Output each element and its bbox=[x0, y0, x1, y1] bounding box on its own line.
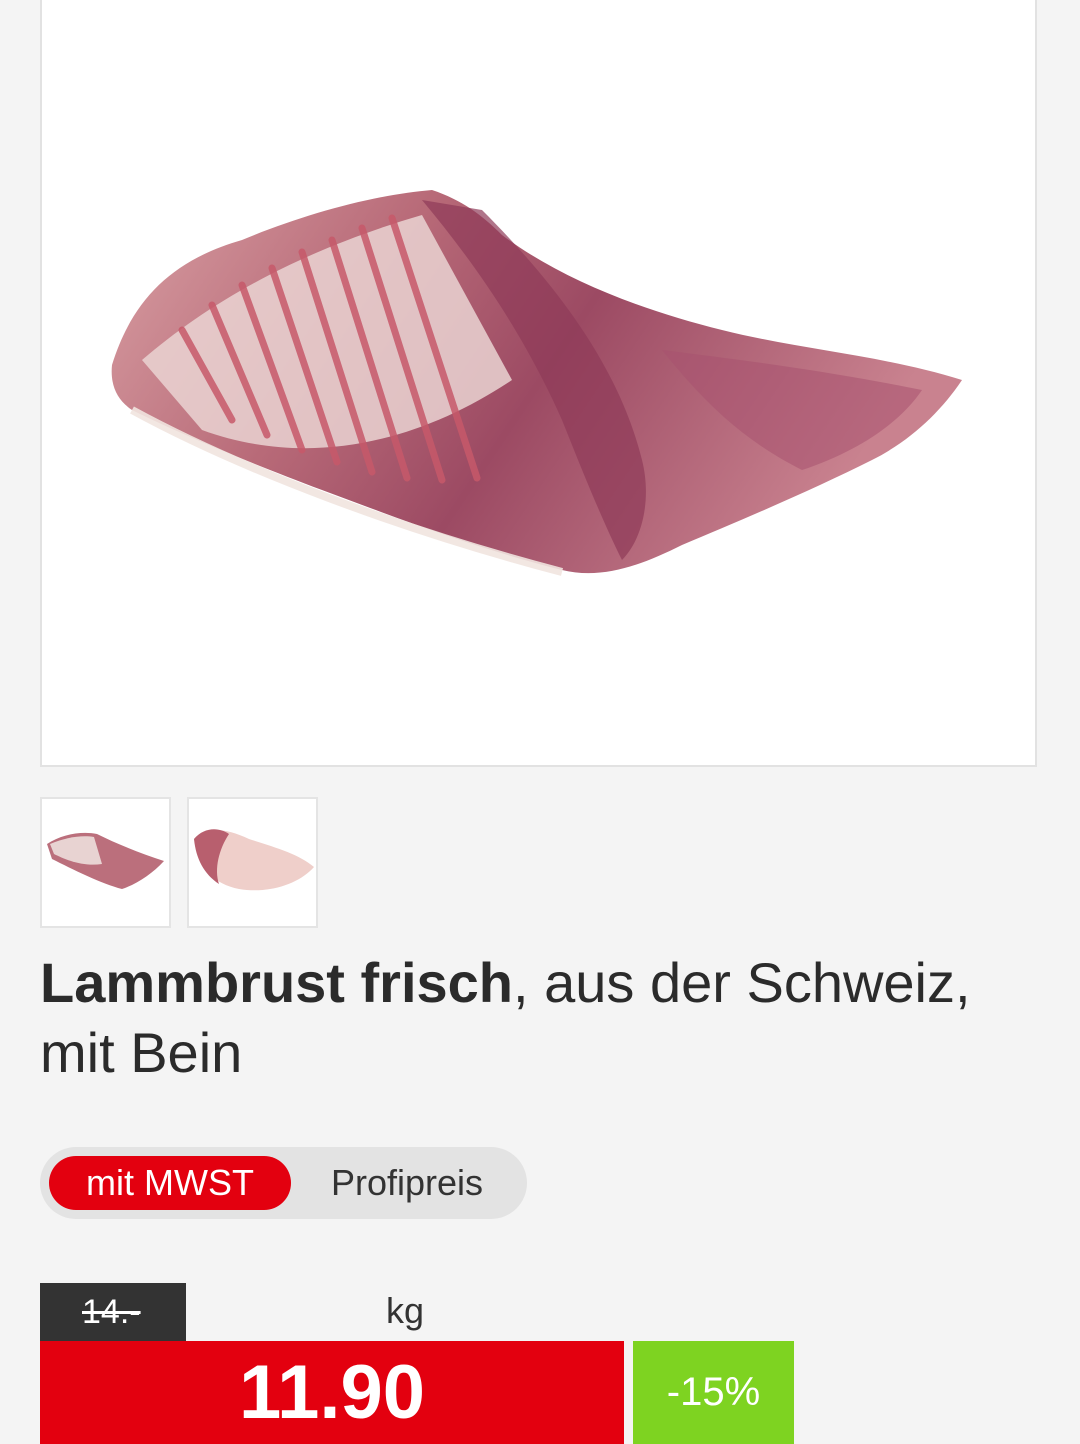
lamb-breast-image bbox=[111, 190, 962, 576]
thumbnail-strip bbox=[40, 797, 318, 928]
lamb-breast-thumb-icon bbox=[47, 832, 164, 889]
current-price: 11.90 bbox=[40, 1341, 624, 1444]
discount-badge: -15% bbox=[633, 1341, 794, 1444]
product-page: Lammbrust frisch, aus der Schweiz, mit B… bbox=[0, 0, 1080, 1444]
product-title-bold: Lammbrust frisch bbox=[40, 951, 513, 1014]
thumbnail-1[interactable] bbox=[40, 797, 171, 928]
product-title: Lammbrust frisch, aus der Schweiz, mit B… bbox=[40, 948, 1040, 1088]
price-mode-option-profipreis[interactable]: Profipreis bbox=[302, 1156, 512, 1210]
lamb-breast-back-thumb-icon bbox=[194, 829, 314, 891]
price-mode-toggle: mit MWST Profipreis bbox=[40, 1147, 527, 1219]
price-mode-option-mwst[interactable]: mit MWST bbox=[49, 1156, 291, 1210]
old-price-value: 14.- bbox=[82, 1293, 141, 1331]
old-price: 14.- bbox=[40, 1283, 186, 1341]
thumbnail-2[interactable] bbox=[187, 797, 318, 928]
price-unit: kg bbox=[386, 1290, 425, 1331]
product-main-image[interactable] bbox=[40, 0, 1037, 767]
